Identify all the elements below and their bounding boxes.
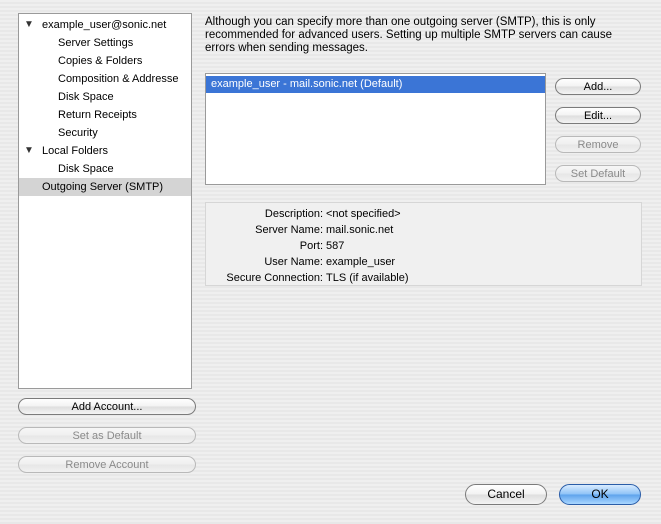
tree-item-disk-space[interactable]: Disk Space (19, 88, 191, 106)
tree-item-local-folders[interactable]: ▼ Local Folders (19, 142, 191, 160)
tree-item-label: Return Receipts (58, 109, 137, 121)
account-tree[interactable]: ▼ example_user@sonic.net Server Settings… (18, 13, 192, 389)
disclosure-triangle-expanded-icon[interactable]: ▼ (24, 142, 34, 160)
tree-item-label: Disk Space (58, 163, 114, 175)
remove-account-button[interactable]: Remove Account (18, 456, 196, 473)
tree-item-account[interactable]: ▼ example_user@sonic.net (19, 16, 191, 34)
tree-item-local-disk-space[interactable]: Disk Space (19, 160, 191, 178)
detail-row-description: Description: <not specified> (206, 206, 641, 222)
tree-item-security[interactable]: Security (19, 124, 191, 142)
detail-row-port: Port: 587 (206, 238, 641, 254)
tree-item-label: Local Folders (42, 145, 109, 157)
tree-item-composition[interactable]: Composition & Addresse (19, 70, 191, 88)
smtp-edit-button[interactable]: Edit... (555, 107, 641, 124)
tree-item-label: Server Settings (58, 37, 134, 49)
detail-label: Description: (264, 208, 323, 220)
cancel-button[interactable]: Cancel (465, 484, 547, 505)
detail-label: Port: (299, 240, 323, 252)
tree-item-label: Outgoing Server (SMTP) (42, 181, 164, 193)
set-as-default-button[interactable]: Set as Default (18, 427, 196, 444)
tree-item-return-receipts[interactable]: Return Receipts (19, 106, 191, 124)
tree-item-outgoing-server[interactable]: Outgoing Server (SMTP) (19, 178, 191, 196)
detail-row-server-name: Server Name: mail.sonic.net (206, 222, 641, 238)
smtp-set-default-button[interactable]: Set Default (555, 165, 641, 182)
tree-item-label: example_user@sonic.net (42, 19, 167, 31)
tree-item-label: Composition & Addresse (58, 73, 179, 85)
smtp-server-details: Description: <not specified> Server Name… (205, 202, 642, 286)
smtp-remove-button[interactable]: Remove (555, 136, 641, 153)
tree-item-label: Copies & Folders (58, 55, 143, 67)
tree-item-label: Security (58, 127, 98, 139)
add-account-button[interactable]: Add Account... (18, 398, 196, 415)
smtp-server-list[interactable]: example_user - mail.sonic.net (Default) (205, 73, 546, 185)
detail-value: TLS (if available) (326, 272, 409, 284)
tree-item-label: Disk Space (58, 91, 114, 103)
detail-label: User Name: (264, 256, 323, 268)
smtp-add-button[interactable]: Add... (555, 78, 641, 95)
detail-label: Secure Connection: (226, 272, 323, 284)
detail-value: 587 (326, 240, 345, 252)
detail-value: <not specified> (326, 208, 401, 220)
ok-button[interactable]: OK (559, 484, 641, 505)
tree-item-server-settings[interactable]: Server Settings (19, 34, 191, 52)
smtp-server-row[interactable]: example_user - mail.sonic.net (Default) (206, 76, 545, 93)
smtp-intro-text: Although you can specify more than one o… (205, 16, 612, 54)
detail-row-user-name: User Name: example_user (206, 254, 641, 270)
detail-row-secure-connection: Secure Connection: TLS (if available) (206, 270, 641, 286)
detail-value: example_user (326, 256, 396, 268)
detail-value: mail.sonic.net (326, 224, 394, 236)
detail-label: Server Name: (255, 224, 323, 236)
tree-item-copies-folders[interactable]: Copies & Folders (19, 52, 191, 70)
disclosure-triangle-expanded-icon[interactable]: ▼ (24, 16, 34, 34)
